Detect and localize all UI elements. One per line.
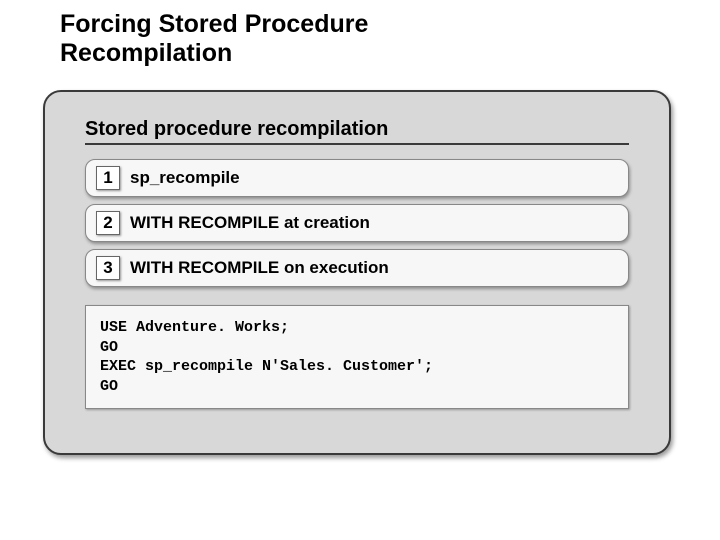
list-item: 2 WITH RECOMPILE at creation [85,204,629,242]
item-label: WITH RECOMPILE on execution [130,258,389,278]
list-item: 1 sp_recompile [85,159,629,197]
number-badge: 3 [96,256,120,280]
item-label: sp_recompile [130,168,240,188]
list-item: 3 WITH RECOMPILE on execution [85,249,629,287]
title-line-2: Recompilation [60,39,232,67]
number-badge: 2 [96,211,120,235]
code-block: USE Adventure. Works; GO EXEC sp_recompi… [85,305,629,409]
title-line-1: Forcing Stored Procedure [60,10,368,38]
number-badge: 1 [96,166,120,190]
item-label: WITH RECOMPILE at creation [130,213,370,233]
content-panel: Stored procedure recompilation 1 sp_reco… [43,90,671,455]
slide-title: Forcing Stored Procedure Recompilation [60,10,368,68]
section-heading: Stored procedure recompilation [85,118,629,145]
